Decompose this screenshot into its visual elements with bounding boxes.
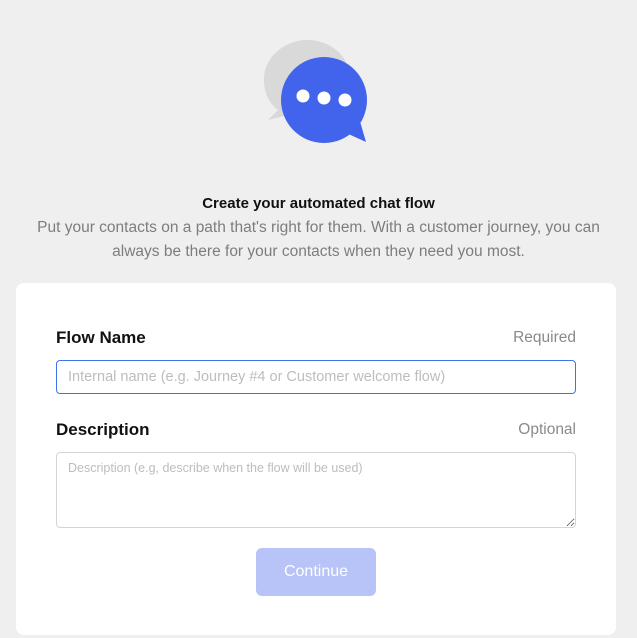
- flow-form-card: Flow Name Required Description Optional …: [16, 283, 616, 635]
- description-optional-hint: Optional: [518, 421, 576, 438]
- chat-bubbles-icon: [264, 40, 367, 143]
- flow-name-required-hint: Required: [513, 329, 576, 346]
- description-label: Description: [56, 420, 150, 439]
- typing-dot: [338, 93, 352, 107]
- flow-name-label: Flow Name: [56, 328, 146, 347]
- typing-dot: [317, 91, 331, 105]
- flow-name-input[interactable]: [56, 360, 576, 394]
- continue-button[interactable]: Continue: [256, 548, 376, 596]
- typing-dot: [296, 89, 310, 103]
- page-subtitle: Put your contacts on a path that's right…: [37, 219, 600, 260]
- page-title: Create your automated chat flow: [202, 195, 435, 212]
- description-textarea[interactable]: [56, 452, 576, 528]
